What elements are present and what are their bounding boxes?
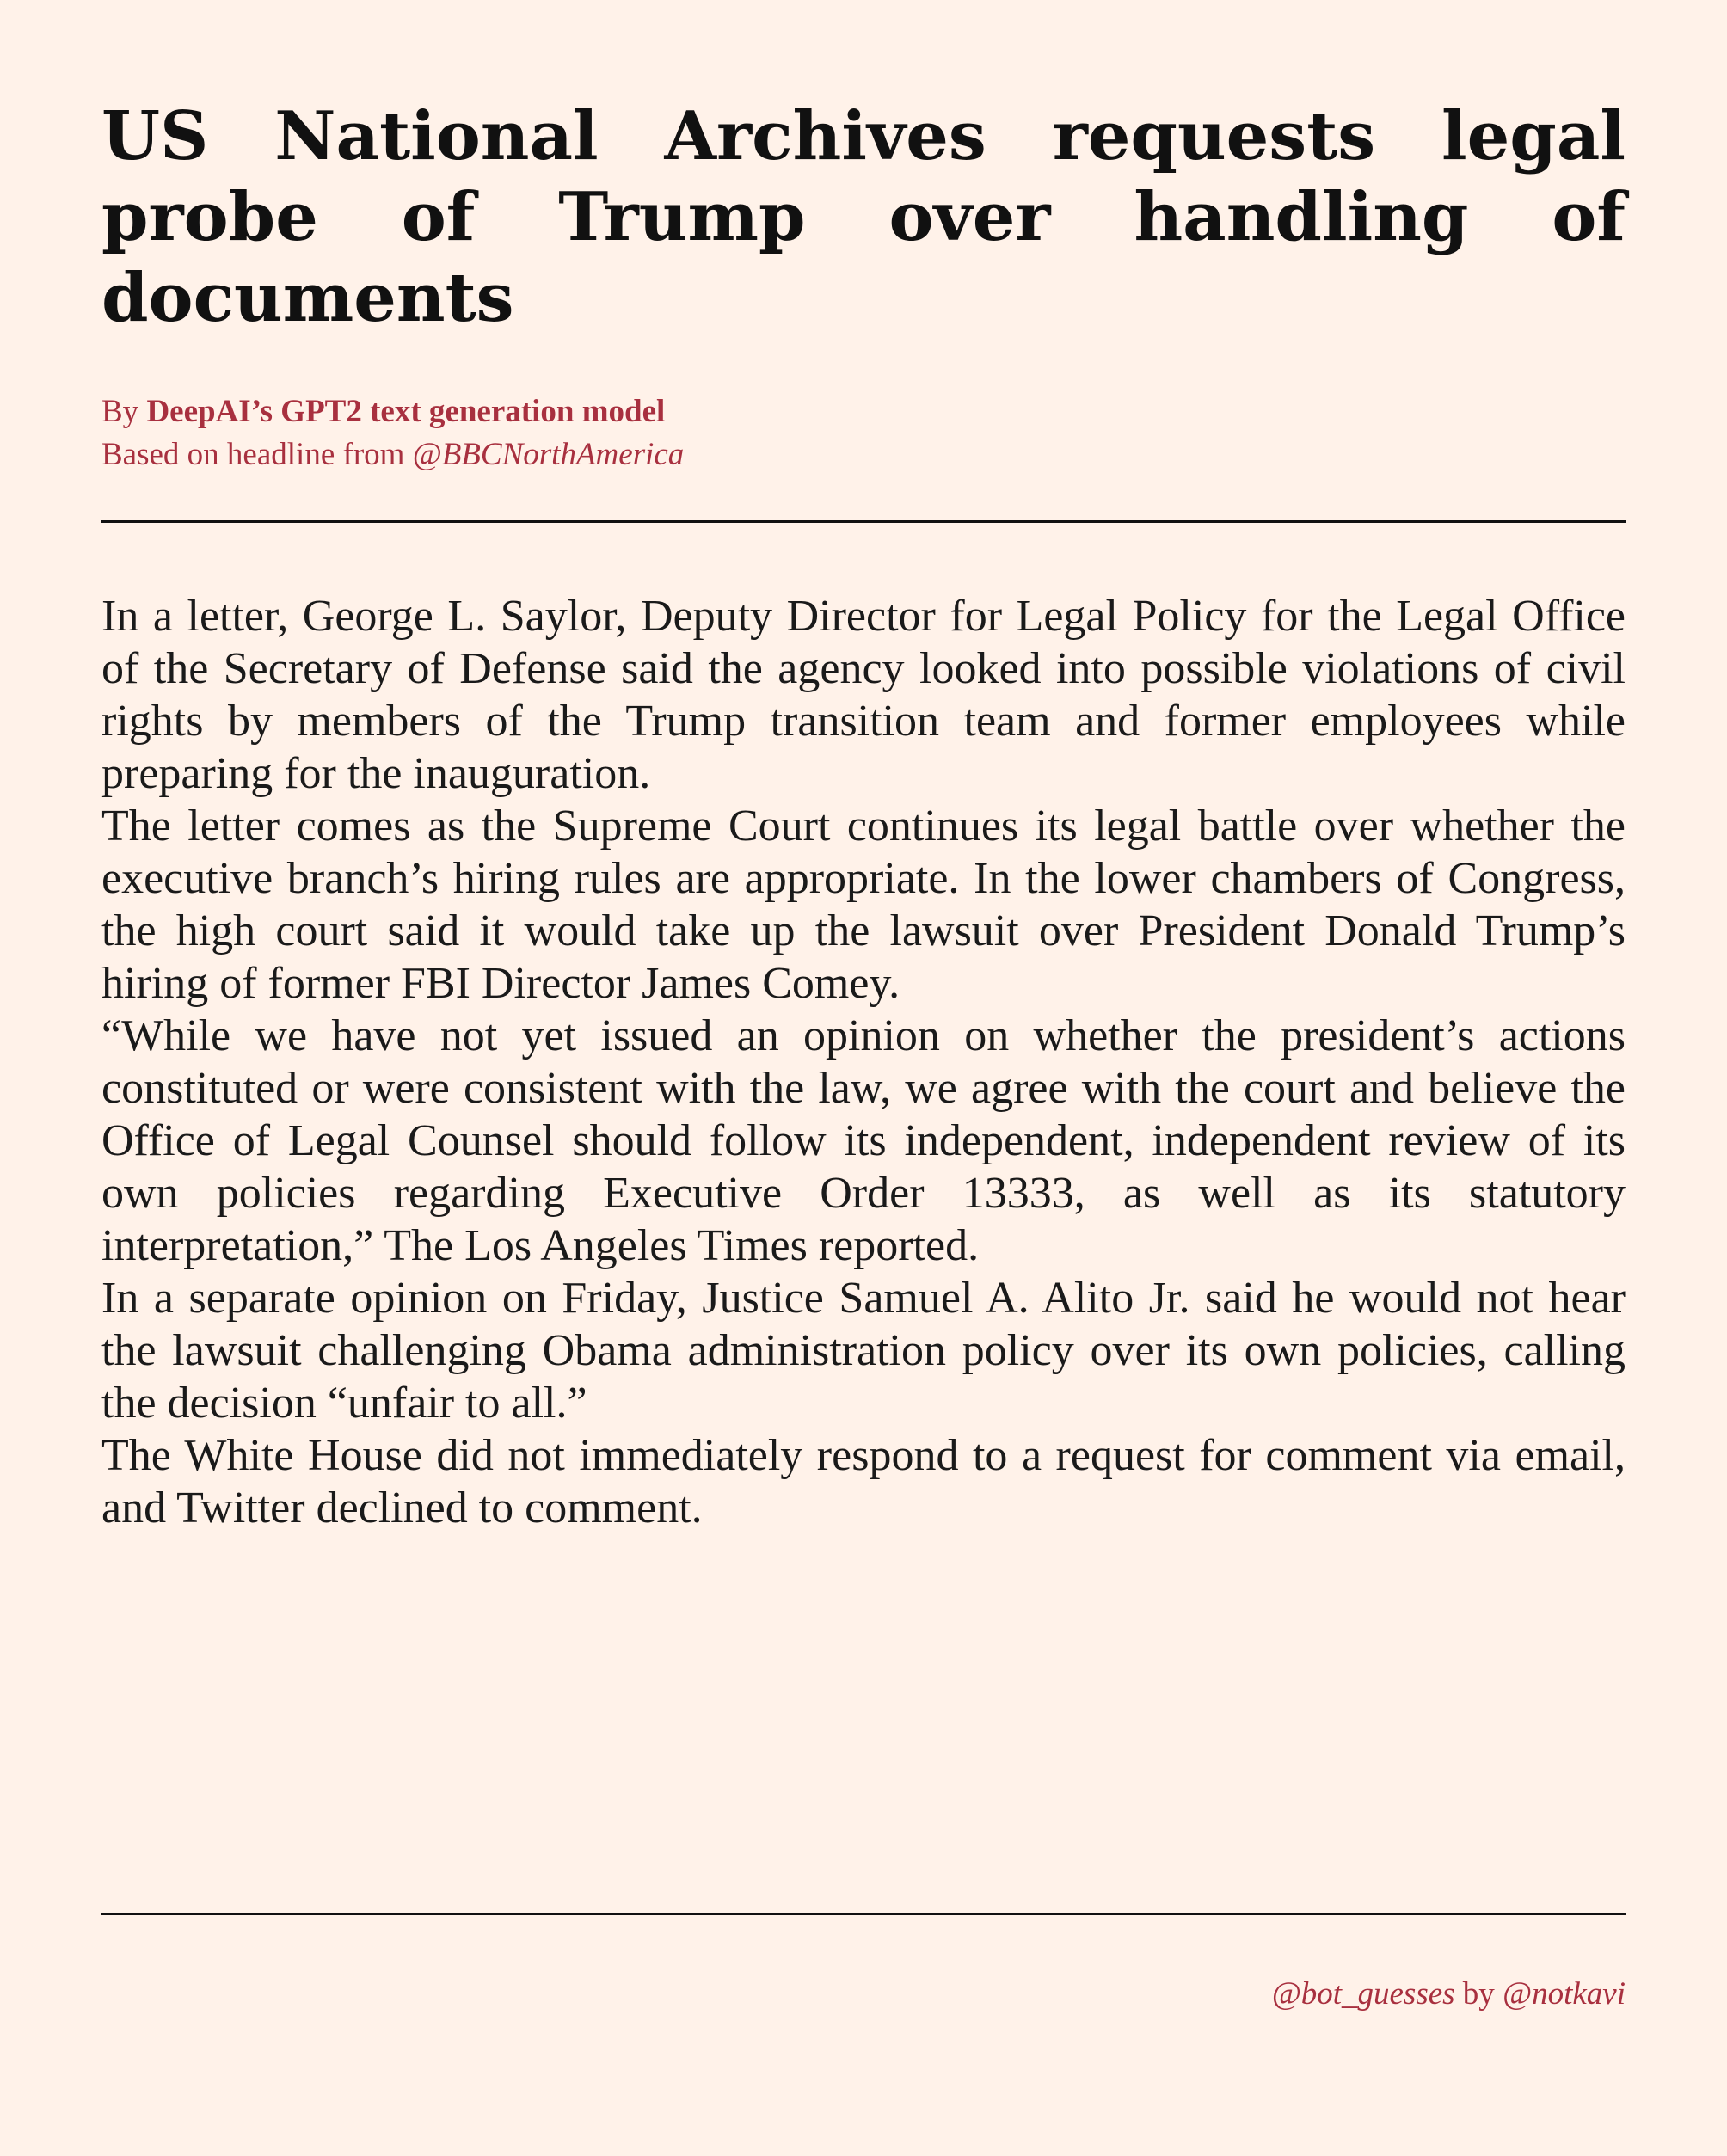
article-body: In a letter, George L. Saylor, Deputy Di… [101, 590, 1626, 1534]
paragraph: In a separate opinion on Friday, Justice… [101, 1274, 1626, 1428]
bot-handle: @bot_guesses [1271, 1976, 1455, 2012]
paragraph: The White House did not immediately resp… [101, 1431, 1626, 1533]
author-handle: @notkavi [1503, 1976, 1626, 2012]
byline: By DeepAI’s GPT2 text generation model B… [101, 390, 684, 476]
byline-source-prefix: Based on headline from [101, 437, 413, 472]
byline-source-handle: @BBCNorthAmerica [412, 437, 685, 472]
footer-by: by [1454, 1976, 1503, 2012]
paragraph: The letter comes as the Supreme Court co… [101, 802, 1626, 1008]
bottom-divider [101, 1913, 1626, 1915]
byline-source-line: Based on headline from @BBCNorthAmerica [101, 433, 684, 476]
byline-author: DeepAI’s GPT2 text generation model [146, 394, 666, 429]
headline: US National Archives requests legal prob… [101, 97, 1626, 337]
footer-credit: @bot_guesses by @notkavi [1272, 1973, 1626, 2016]
paragraph: In a letter, George L. Saylor, Deputy Di… [101, 592, 1626, 798]
byline-author-line: By DeepAI’s GPT2 text generation model [101, 390, 684, 433]
paragraph: “While we have not yet issued an opinion… [101, 1011, 1626, 1270]
top-divider [101, 520, 1626, 523]
byline-prefix: By [101, 394, 147, 429]
